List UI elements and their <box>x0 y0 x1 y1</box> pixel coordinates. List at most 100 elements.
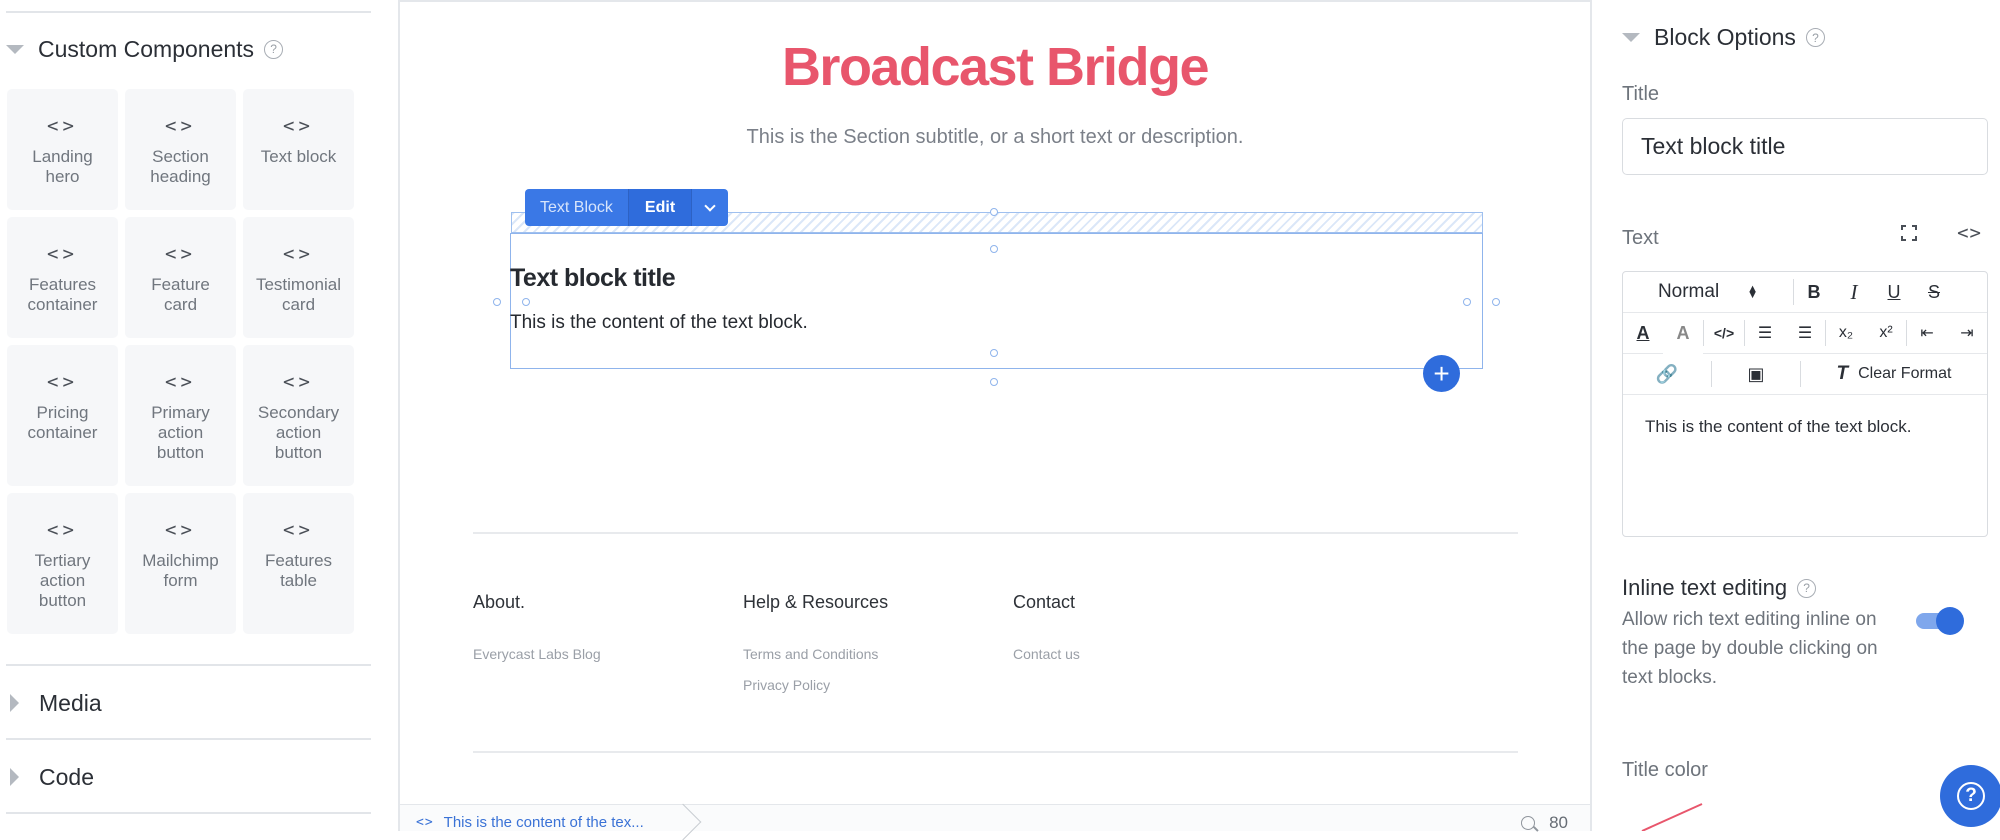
highlight-color-icon[interactable]: A <box>1663 312 1703 354</box>
code-view-icon[interactable]: <> <box>1957 222 1982 244</box>
component-mailchimp-form[interactable]: <> Mailchimp form <box>125 493 236 634</box>
block-menu-button[interactable] <box>692 189 728 226</box>
caret-right-icon <box>10 694 19 712</box>
component-label: Primary action button <box>151 403 210 462</box>
indent-icon[interactable]: ⇥ <box>1947 313 1987 354</box>
resize-handle[interactable] <box>990 245 998 253</box>
component-label: Pricing container <box>27 403 98 442</box>
subscript-icon[interactable]: x₂ <box>1826 313 1866 354</box>
component-label: Text block <box>260 147 337 166</box>
component-section-heading[interactable]: <> Section heading <box>125 89 236 210</box>
zoom-control[interactable]: 80 <box>1521 813 1568 833</box>
footer-heading[interactable]: Contact <box>1013 592 1075 613</box>
component-label: Testimonial card <box>255 275 342 314</box>
resize-handle[interactable] <box>990 349 998 357</box>
component-pricing-container[interactable]: <> Pricing container <box>7 345 118 486</box>
code-inline-icon[interactable]: </> <box>1704 313 1744 354</box>
rich-text-editor: Normal ▲ ▼ B I U S A A </> ☰ ☰ x₂ x² ⇤ ⇥ … <box>1622 271 1988 537</box>
text-block-title[interactable]: Text block title <box>510 264 676 293</box>
resize-handle[interactable] <box>493 298 501 306</box>
divider <box>473 532 1518 534</box>
superscript-icon[interactable]: x² <box>1866 313 1906 354</box>
custom-components-header[interactable]: Custom Components ? <box>0 29 371 69</box>
title-input[interactable] <box>1622 118 1988 175</box>
page-subtitle[interactable]: This is the Section subtitle, or a short… <box>400 126 1590 149</box>
footer-link[interactable]: Contact us <box>1013 646 1080 662</box>
text-block-content[interactable]: This is the content of the text block. <box>510 312 808 334</box>
component-label: Tertiary action button <box>34 551 91 610</box>
editor-content[interactable]: This is the content of the text block. <box>1623 395 1987 459</box>
component-label: Mailchimp form <box>142 551 219 590</box>
ordered-list-icon[interactable]: ☰ <box>1745 313 1785 354</box>
block-type-label: Text Block <box>525 189 629 226</box>
bold-button[interactable]: B <box>1794 272 1834 313</box>
component-testimonial-card[interactable]: <> Testimonial card <box>243 217 354 338</box>
component-feature-card[interactable]: <> Feature card <box>125 217 236 338</box>
help-button[interactable]: ? <box>1940 765 2000 827</box>
component-label: Features container <box>27 275 98 314</box>
component-features-table[interactable]: <> Features table <box>243 493 354 634</box>
help-icon: ? <box>1957 782 1985 810</box>
divider <box>400 0 1590 2</box>
format-select[interactable]: Normal ▲ ▼ <box>1623 272 1793 313</box>
resize-handle[interactable] <box>990 378 998 386</box>
code-icon: <> <box>165 243 196 265</box>
underline-button[interactable]: U <box>1874 272 1914 313</box>
selected-text-block[interactable] <box>510 233 1483 369</box>
bullet-list-icon[interactable]: ☰ <box>1785 313 1825 354</box>
component-features-container[interactable]: <> Features container <box>7 217 118 338</box>
component-label: Secondary action button <box>257 403 340 462</box>
component-secondary-action-button[interactable]: <> Secondary action button <box>243 345 354 486</box>
text-color-icon[interactable]: A <box>1623 313 1663 354</box>
image-icon[interactable]: ▣ <box>1712 354 1800 395</box>
components-sidebar: Custom Components ? <> Landing hero <> S… <box>0 0 400 831</box>
plus-icon: + <box>1433 357 1450 389</box>
toggle-knob <box>1936 607 1964 635</box>
component-landing-hero[interactable]: <> Landing hero <box>7 89 118 210</box>
block-options-header[interactable]: Block Options ? <box>1622 24 1825 51</box>
breadcrumb[interactable]: <> This is the content of the tex... <box>416 814 644 831</box>
outdent-icon[interactable]: ⇤ <box>1907 313 1947 354</box>
inline-editing-title: Inline text editing ? <box>1622 575 1817 601</box>
edit-button[interactable]: Edit <box>628 189 693 226</box>
format-select-value: Normal <box>1657 281 1720 302</box>
code-icon: <> <box>165 519 196 541</box>
footer-link[interactable]: Terms and Conditions <box>743 646 878 662</box>
select-arrows-icon: ▲ ▼ <box>1747 283 1759 301</box>
clear-format-button[interactable]: T Clear Format <box>1801 354 1987 395</box>
page-title[interactable]: Broadcast Bridge <box>400 36 1590 98</box>
help-icon[interactable]: ? <box>1797 578 1817 598</box>
code-section-header[interactable]: Code <box>0 757 371 797</box>
component-label: Section heading <box>150 147 211 186</box>
title-color-swatch[interactable] <box>1640 800 1710 831</box>
inline-editing-toggle[interactable] <box>1916 607 1964 635</box>
resize-handle[interactable] <box>990 208 998 216</box>
fullscreen-icon[interactable] <box>1901 225 1918 241</box>
component-tertiary-action-button[interactable]: <> Tertiary action button <box>7 493 118 634</box>
editor-canvas[interactable]: Broadcast Bridge This is the Section sub… <box>400 0 1590 840</box>
footer-link[interactable]: Privacy Policy <box>743 677 830 693</box>
code-icon: <> <box>416 815 434 830</box>
footer-heading[interactable]: About. <box>473 592 525 613</box>
breadcrumb-item[interactable]: This is the content of the tex... <box>444 814 644 831</box>
resize-handle[interactable] <box>1463 298 1471 306</box>
media-section-header[interactable]: Media <box>0 683 371 723</box>
italic-button[interactable]: I <box>1834 272 1874 313</box>
status-bar: <> This is the content of the tex... 80 <box>400 803 1590 840</box>
zoom-icon <box>1521 816 1536 830</box>
help-icon[interactable]: ? <box>264 39 284 59</box>
component-text-block[interactable]: <> Text block <box>243 89 354 210</box>
inline-editing-description: Allow rich text editing inline on the pa… <box>1622 609 1878 688</box>
color-swatch-line <box>1641 803 1703 831</box>
help-icon[interactable]: ? <box>1805 28 1825 47</box>
resize-handle[interactable] <box>522 298 530 306</box>
footer-heading[interactable]: Help & Resources <box>743 592 888 613</box>
section-title: Custom Components <box>38 35 255 62</box>
resize-handle[interactable] <box>1492 298 1500 306</box>
link-icon[interactable]: 🔗 <box>1623 354 1711 395</box>
strike-button[interactable]: S <box>1914 272 1954 313</box>
component-primary-action-button[interactable]: <> Primary action button <box>125 345 236 486</box>
text-label: Text <box>1622 227 1659 249</box>
footer-link[interactable]: Everycast Labs Blog <box>473 646 601 662</box>
add-block-button[interactable]: + <box>1423 355 1460 392</box>
